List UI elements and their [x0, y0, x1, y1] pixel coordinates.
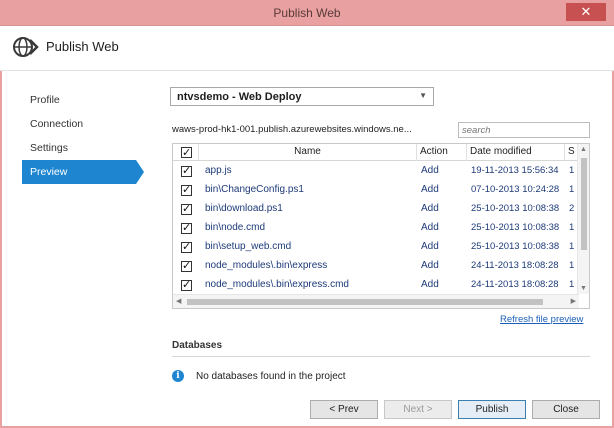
- table-row[interactable]: bin\ChangeConfig.ps1 Add 07-10-2013 10:2…: [173, 181, 577, 200]
- info-icon: i: [172, 370, 184, 382]
- table-row[interactable]: node_modules\.bin\express Add 24-11-2013…: [173, 257, 577, 276]
- scroll-right-icon[interactable]: ▶: [571, 297, 576, 305]
- horizontal-scroll-thumb[interactable]: [187, 299, 543, 305]
- file-date: 07-10-2013 10:24:28: [471, 184, 560, 195]
- chevron-down-icon: ▼: [419, 91, 427, 100]
- column-header-date-modified[interactable]: Date modified: [467, 144, 565, 161]
- window-titlebar: Publish Web ✕: [0, 0, 614, 26]
- refresh-file-preview-link[interactable]: Refresh file preview: [500, 314, 583, 325]
- file-date: 24-11-2013 18:08:28: [471, 279, 559, 290]
- column-header-action[interactable]: Action: [417, 144, 467, 161]
- file-action: Add: [421, 241, 439, 252]
- file-date: 25-10-2013 10:08:38: [471, 241, 560, 252]
- file-size: 1: [569, 165, 575, 176]
- file-action: Add: [421, 184, 439, 195]
- profile-dropdown[interactable]: ntvsdemo - Web Deploy ▼: [170, 87, 434, 106]
- file-action: Add: [421, 165, 439, 176]
- site-url-label: waws-prod-hk1-001.publish.azurewebsites.…: [172, 124, 412, 135]
- databases-divider: [172, 356, 590, 357]
- row-checkbox[interactable]: [181, 259, 192, 272]
- nav-item-connection[interactable]: Connection: [22, 112, 142, 136]
- row-checkbox[interactable]: [181, 164, 192, 177]
- table-row[interactable]: bin\setup_web.cmd Add 25-10-2013 10:08:3…: [173, 238, 577, 257]
- horizontal-scrollbar[interactable]: ◀ ▶: [173, 294, 579, 308]
- window-left-border: [0, 26, 2, 428]
- row-checkbox[interactable]: [181, 221, 192, 234]
- file-name: bin\setup_web.cmd: [205, 241, 292, 252]
- scroll-up-icon[interactable]: ▲: [580, 146, 587, 153]
- file-preview-grid: Name Action Date modified S app.js Add 1…: [172, 143, 590, 309]
- dialog-header: Publish Web: [0, 26, 614, 71]
- profile-dropdown-value: ntvsdemo - Web Deploy: [177, 91, 302, 103]
- table-row[interactable]: app.js Add 19-11-2013 15:56:34 1: [173, 162, 577, 181]
- file-name: node_modules\.bin\express.cmd: [205, 279, 349, 290]
- file-size: 1: [569, 184, 575, 195]
- next-button[interactable]: Next >: [384, 400, 452, 419]
- databases-message: No databases found in the project: [196, 371, 346, 382]
- nav-item-preview[interactable]: Preview: [22, 160, 144, 184]
- search-box[interactable]: [458, 122, 590, 138]
- file-size: 1: [569, 260, 575, 271]
- wizard-nav: Profile Connection Settings Preview: [22, 88, 144, 184]
- file-name: bin\download.ps1: [205, 203, 283, 214]
- scroll-left-icon[interactable]: ◀: [176, 297, 181, 305]
- table-row[interactable]: bin\node.cmd Add 25-10-2013 10:08:38 1: [173, 219, 577, 238]
- row-checkbox[interactable]: [181, 202, 192, 215]
- file-size: 1: [569, 279, 575, 290]
- table-row[interactable]: node_modules\.bin\express.cmd Add 24-11-…: [173, 276, 577, 295]
- table-row[interactable]: bin\download.ps1 Add 25-10-2013 10:08:38…: [173, 200, 577, 219]
- row-checkbox[interactable]: [181, 278, 192, 291]
- grid-header: Name Action Date modified S: [173, 144, 577, 161]
- row-checkbox[interactable]: [181, 183, 192, 196]
- file-name: app.js: [205, 165, 232, 176]
- nav-item-settings[interactable]: Settings: [22, 136, 142, 160]
- globe-publish-icon: [13, 37, 39, 57]
- row-checkbox[interactable]: [181, 240, 192, 253]
- select-all-column: [173, 144, 199, 161]
- search-input[interactable]: [462, 123, 588, 137]
- dialog-title: Publish Web: [46, 39, 119, 54]
- file-name: bin\node.cmd: [205, 222, 266, 233]
- file-action: Add: [421, 203, 439, 214]
- file-size: 1: [569, 241, 575, 252]
- file-size: 2: [569, 203, 575, 214]
- file-date: 25-10-2013 10:08:38: [471, 222, 560, 233]
- publish-button[interactable]: Publish: [458, 400, 526, 419]
- file-name: bin\ChangeConfig.ps1: [205, 184, 304, 195]
- window-close-button[interactable]: ✕: [566, 3, 606, 21]
- file-size: 1: [569, 222, 575, 233]
- file-action: Add: [421, 260, 439, 271]
- scroll-down-icon[interactable]: ▼: [580, 285, 587, 292]
- column-header-name[interactable]: Name: [199, 144, 417, 161]
- vertical-scrollbar[interactable]: ▲ ▼: [577, 144, 589, 294]
- file-action: Add: [421, 222, 439, 233]
- select-all-checkbox[interactable]: [181, 145, 192, 161]
- file-name: node_modules\.bin\express: [205, 260, 328, 271]
- file-date: 25-10-2013 10:08:38: [471, 203, 560, 214]
- file-action: Add: [421, 279, 439, 290]
- databases-heading: Databases: [172, 340, 223, 351]
- vertical-scroll-thumb[interactable]: [581, 158, 587, 250]
- window-title: Publish Web: [273, 6, 341, 20]
- file-date: 19-11-2013 15:56:34: [471, 165, 559, 176]
- nav-item-profile[interactable]: Profile: [22, 88, 142, 112]
- close-button[interactable]: Close: [532, 400, 600, 419]
- file-date: 24-11-2013 18:08:28: [471, 260, 559, 271]
- prev-button[interactable]: < Prev: [310, 400, 378, 419]
